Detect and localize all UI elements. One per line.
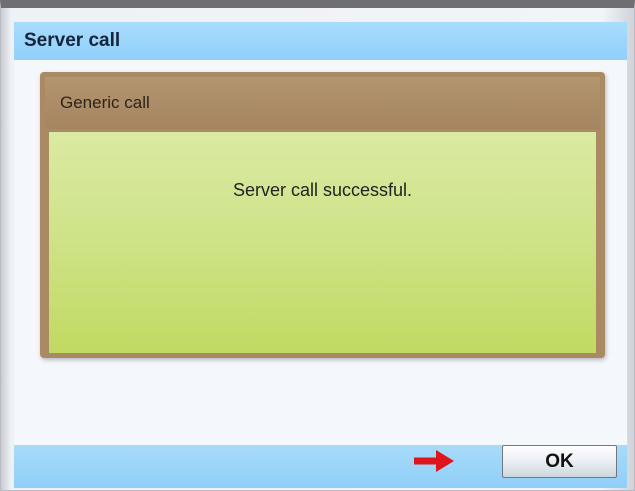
panel-header: Generic call — [45, 77, 600, 129]
ok-button[interactable]: OK — [502, 445, 617, 478]
panel-body: Server call successful. — [49, 132, 596, 353]
generic-call-panel: Generic call Server call successful. — [40, 72, 605, 358]
arrow-right-icon — [414, 450, 454, 472]
dialog-title: Server call — [24, 30, 121, 51]
panel-header-title: Generic call — [60, 93, 150, 112]
ok-button-label: OK — [545, 450, 574, 472]
status-message: Server call successful. — [232, 180, 413, 200]
title-bar: Server call — [14, 22, 627, 60]
